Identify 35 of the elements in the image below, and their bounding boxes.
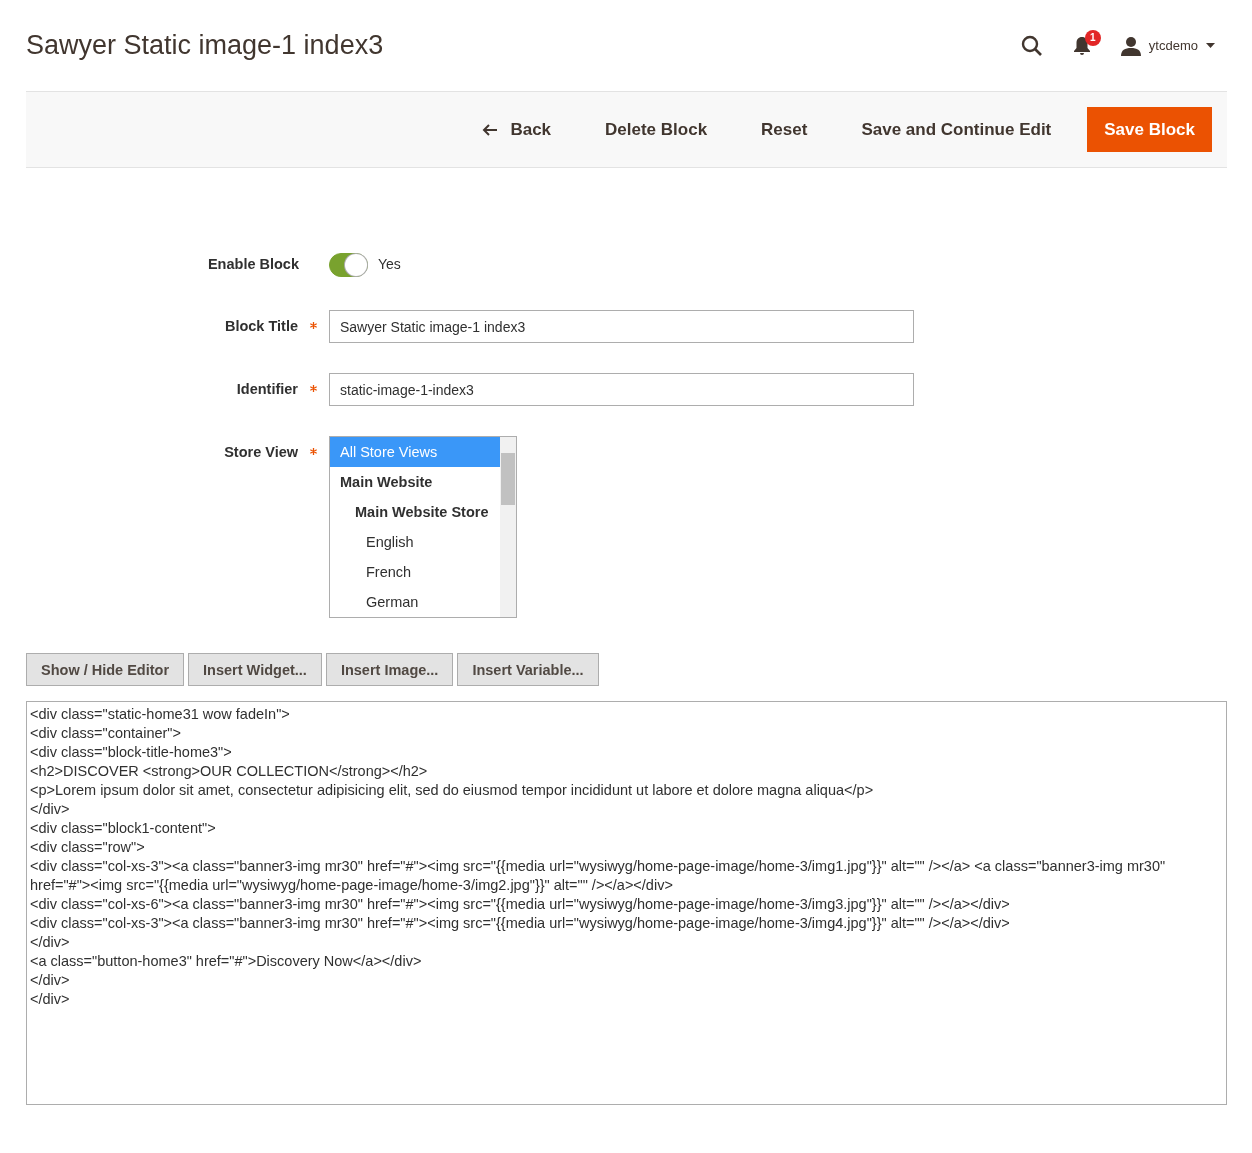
input-field[interactable]: Sawyer Static image-1 index3 (329, 310, 914, 343)
action-button[interactable]: Delete Block (581, 107, 732, 152)
caret-icon (1206, 43, 1215, 48)
action-button[interactable]: Save and Continue Edit (837, 107, 1076, 152)
page-title: Sawyer Static image-1 index3 (26, 30, 385, 61)
toggle-switch[interactable] (329, 253, 368, 277)
editor-button[interactable]: Insert Image... (325, 653, 454, 686)
field-label: Enable Block (207, 256, 299, 272)
editor-button[interactable]: Insert Widget... (188, 653, 322, 686)
field-label: Identifier (236, 381, 298, 397)
save-button[interactable]: Save Block (1087, 107, 1212, 152)
code-editor[interactable]: <div class="static-home31 wow fadeIn"> <div class="container"> <div class="block-title-home3"> <h2>DISCOVER <strong>OUR COLLECTION</strong></h2> <p>Lorem ipsum dolor sit amet, consectetur adipisicing elit, sed do eiusmod tempor incididunt ut labore et dolore magna aliqua</p> </div> <div class="block1-content"> <div class="row"> <div class="col-xs-3"><a class="banner3-img mr30" href="#"><img src="{{media url="wysiwyg/home-page-image/home-3/img1.jpg"}}" alt="" /></a> <a class="banner3-img mr30" href="#"><img src="{{media url="wysiwyg/home-page-image/home-3/img2.jpg"}}" alt="" /></a></div> <div class="col-xs-6"><a class="banner3-img mr30" href="#"><img src="{{media url="wysiwyg/home-page-image/home-3/img3.jpg"}}" alt="" /></a></div> <div class="col-xs-3"><a class="banner3-img mr30" href="#"><img src="{{media url="wysiwyg/home-page-image/home-3/img4.jpg"}}" alt="" /></a></div> </div> <a class="button-home3" href="#">Discovery Now</a></div> </div> </div> (26, 701, 1227, 1105)
field-label: Block Title (224, 318, 298, 334)
store-view-list[interactable]: All Store Views Main Website Main Website Store English French German (329, 436, 517, 618)
arrow-left-icon (482, 123, 499, 136)
field-label: Store View (224, 444, 298, 460)
user-icon (1120, 35, 1141, 56)
search-button[interactable] (1020, 34, 1043, 57)
input-field[interactable]: static-image-1-index3 (329, 373, 914, 406)
scrollbar[interactable] (500, 437, 516, 617)
list-option[interactable]: English (330, 527, 500, 557)
list-option[interactable]: German (330, 587, 500, 617)
action-button[interactable]: Reset (737, 107, 832, 152)
list-option[interactable]: Main Website (330, 467, 500, 497)
notification-badge: 1 (1084, 29, 1101, 46)
list-option[interactable]: French (330, 557, 500, 587)
bell-icon (1072, 35, 1091, 56)
editor-button[interactable]: Show / Hide Editor (26, 653, 185, 686)
notifications-button[interactable] (1072, 35, 1091, 56)
search-icon (1020, 34, 1043, 57)
user-menu[interactable]: ytcdemo (1120, 35, 1215, 56)
toggle-label: Yes (378, 256, 401, 272)
list-option[interactable]: Main Website Store (330, 497, 500, 527)
editor-button[interactable]: Insert Variable... (457, 653, 599, 686)
back-button[interactable]: Back (458, 107, 576, 152)
